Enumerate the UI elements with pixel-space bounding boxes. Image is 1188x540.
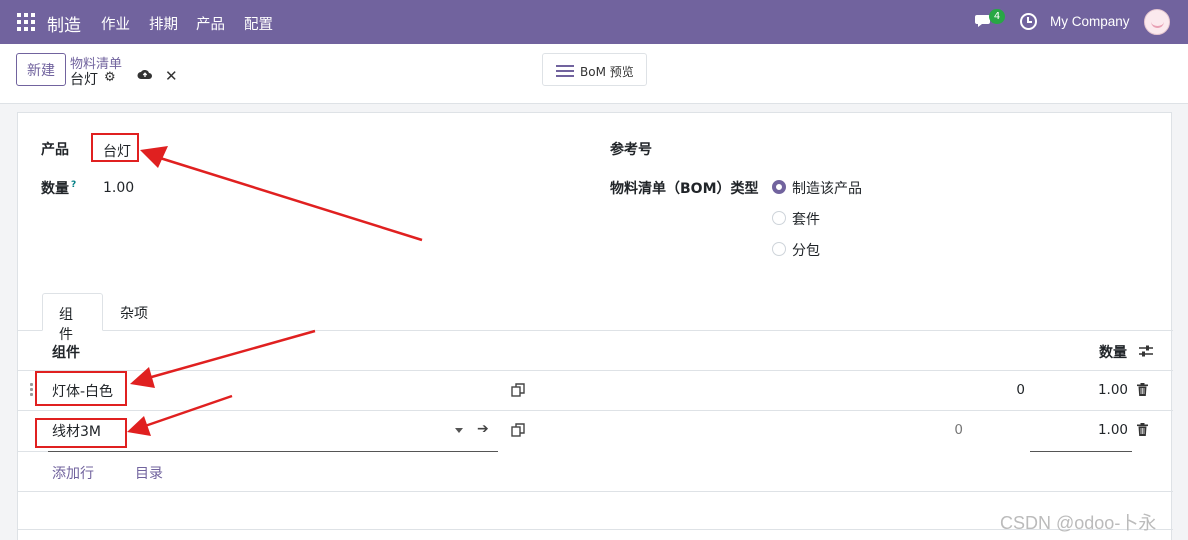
help-tooltip-icon[interactable]: ? [71,180,76,190]
bars-icon [556,65,574,77]
row-divider [18,491,1173,492]
annotation-box-row1 [35,371,127,406]
menu-item-products[interactable]: 产品 [196,13,225,34]
radio-kit[interactable] [772,211,786,225]
quantity-field[interactable]: 1.00 [103,180,134,196]
component-col-a: 0 [954,422,963,438]
row-divider [18,451,48,452]
chevron-down-icon[interactable] [455,428,463,433]
user-avatar[interactable] [1144,9,1170,35]
trash-icon[interactable] [1137,383,1148,396]
breadcrumb-current: 台灯 [70,72,98,88]
drag-handle-icon[interactable] [30,383,34,397]
menu-item-operations[interactable]: 作业 [101,13,130,34]
bom-preview-button[interactable]: BoM 预览 [542,53,647,86]
radio-manufacture[interactable] [772,180,786,194]
row-divider [18,370,1173,371]
company-switcher[interactable]: My Company [1050,14,1130,29]
field-underline [48,451,498,452]
column-header-quantity[interactable]: 数量 [1099,342,1127,362]
app-name[interactable]: 制造 [47,11,81,36]
copy-icon[interactable] [511,423,525,437]
component-col-a: 0 [1016,382,1025,398]
row-divider [18,410,1173,411]
radio-label-manufacture: 制造该产品 [792,181,862,197]
control-panel: 新建 物料清单 台灯 ⚙ ✕ BoM 预览 [0,44,1188,104]
new-button[interactable]: 新建 [16,53,66,86]
field-underline [1030,451,1132,452]
component-quantity[interactable]: 1.00 [1068,422,1128,438]
add-line-link[interactable]: 添加行 [52,463,94,483]
copy-icon[interactable] [511,383,525,397]
bom-type-label: 物料清单（BOM）类型 [610,181,759,197]
reference-label: 参考号 [610,142,652,158]
apps-menu-icon[interactable] [17,13,35,31]
top-navbar: 制造 作业 排期 产品 配置 4 My Company [0,0,1188,44]
radio-label-kit: 套件 [792,212,820,228]
catalog-link[interactable]: 目录 [135,463,163,483]
watermark: CSDN @odoo-卜永 [1000,513,1157,533]
save-cloud-icon[interactable] [137,69,153,80]
gear-icon[interactable]: ⚙ [104,70,116,85]
radio-label-subcontract: 分包 [792,243,820,259]
menu-item-configuration[interactable]: 配置 [244,13,273,34]
component-quantity[interactable]: 1.00 [1068,382,1128,398]
column-header-component[interactable]: 组件 [52,342,80,362]
tabs-divider [18,330,1173,331]
discard-icon[interactable]: ✕ [165,67,178,85]
chat-badge: 4 [989,9,1005,24]
tab-components[interactable]: 组件 [42,293,103,343]
internal-link-arrow-icon[interactable]: ➔ [477,421,489,437]
trash-icon[interactable] [1137,423,1148,436]
annotation-box-row2 [35,418,127,448]
menu-item-planning[interactable]: 排期 [149,13,178,34]
quantity-label: 数量? [41,180,77,197]
annotation-box-product [91,133,139,162]
activity-clock-icon[interactable] [1020,13,1037,30]
form-sheet: 产品 台灯 数量? 1.00 参考号 物料清单（BOM）类型 制造该产品 套件 … [17,112,1173,540]
optional-columns-icon[interactable] [1138,344,1154,358]
tab-misc[interactable]: 杂项 [104,293,164,331]
bom-preview-label: BoM 预览 [580,65,634,79]
product-label: 产品 [41,142,69,158]
radio-subcontract[interactable] [772,242,786,256]
